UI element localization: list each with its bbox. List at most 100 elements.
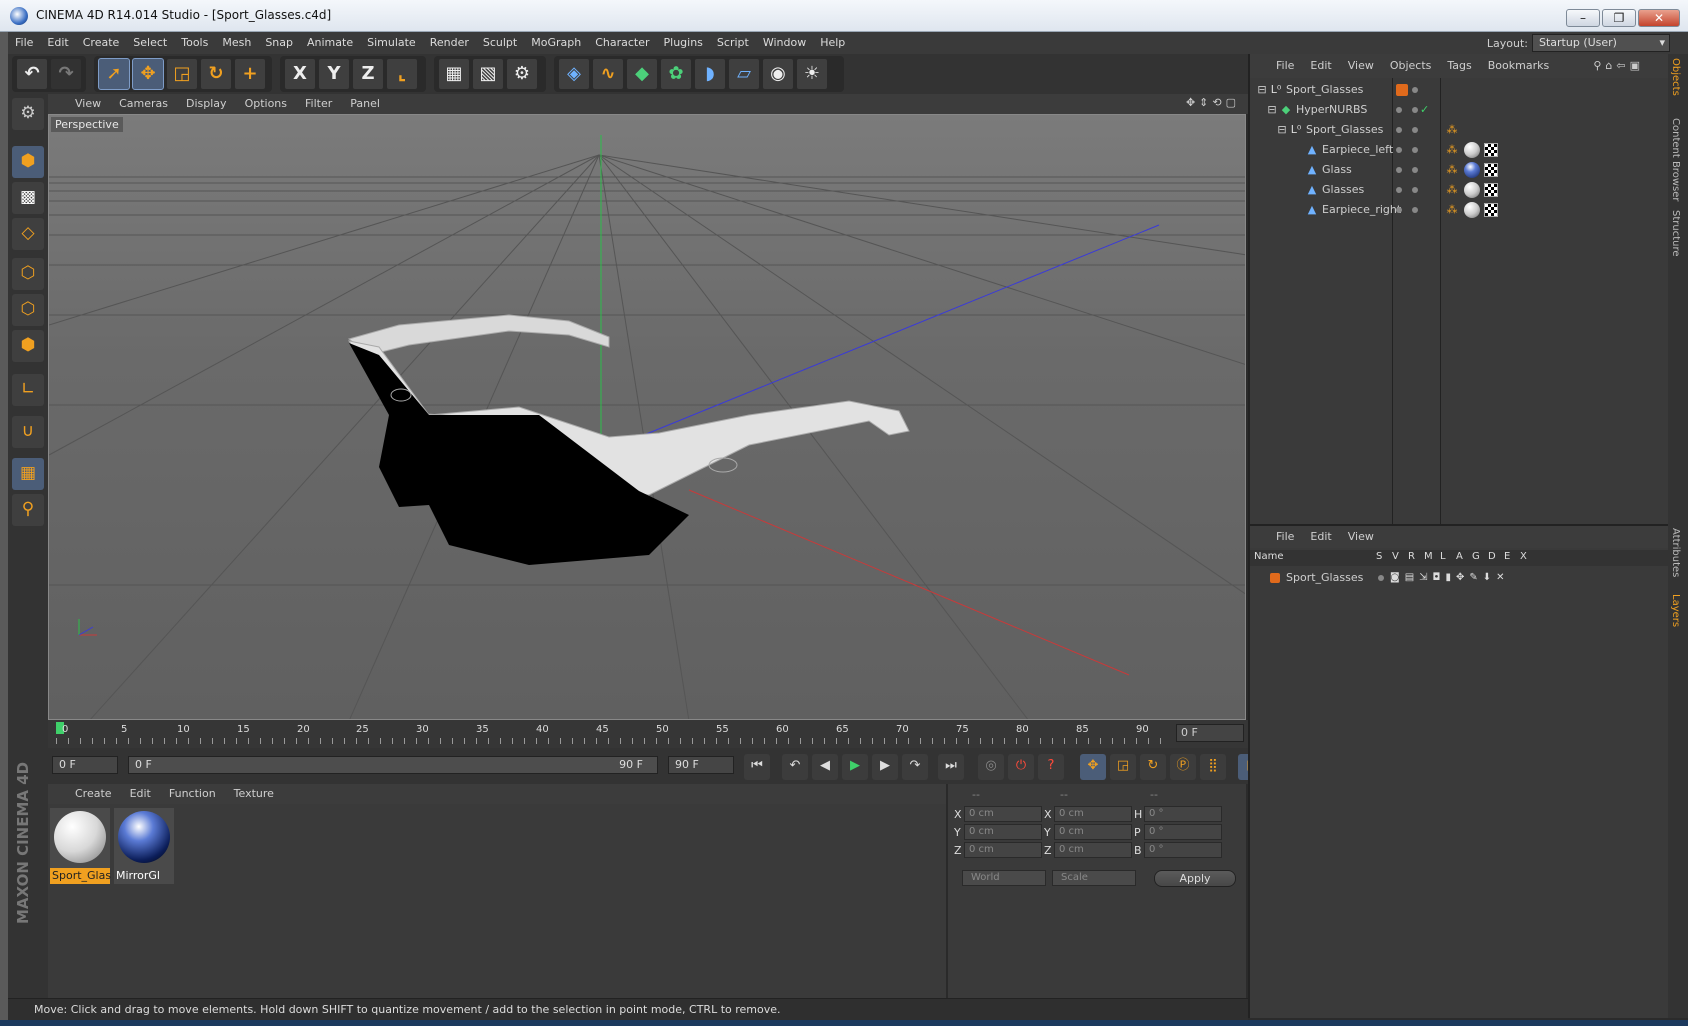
visibility-dot[interactable] <box>1396 147 1402 153</box>
render-settings-icon[interactable]: ⚙ <box>506 58 538 90</box>
menu-render[interactable]: Render <box>423 32 476 54</box>
frame-range-slider[interactable]: 0 F 90 F <box>128 756 658 774</box>
points-mode-icon[interactable]: ⬡ <box>12 258 44 290</box>
menu-tools[interactable]: Tools <box>174 32 215 54</box>
minimize-button[interactable]: – <box>1566 9 1600 27</box>
visibility-dot[interactable] <box>1412 167 1418 173</box>
viewport-menu-options[interactable]: Options <box>236 94 296 114</box>
z-axis-icon[interactable]: Z <box>352 58 384 90</box>
end-frame-field[interactable]: 90 F <box>668 756 734 774</box>
material-tag-icon[interactable] <box>1464 182 1480 198</box>
start-frame-field[interactable]: 0 F <box>52 756 118 774</box>
live-selection-icon[interactable]: ➚ <box>98 58 130 90</box>
viewport-navigation-icons[interactable]: ✥⇕⟲▢ <box>1186 96 1240 109</box>
object-manager-nav-icons[interactable]: ⚲⌂⇦▣ <box>1593 54 1644 78</box>
undo-icon[interactable]: ↶ <box>16 58 48 90</box>
rotation-b-field[interactable]: 0 ° <box>1144 842 1222 858</box>
goto-end-icon[interactable]: ⏭ <box>938 754 964 780</box>
rotation-p-field[interactable]: 0 ° <box>1144 824 1222 840</box>
coordinate-system-icon[interactable]: ⌞ <box>386 58 418 90</box>
visibility-dot[interactable] <box>1412 147 1418 153</box>
prev-key-icon[interactable]: ↶ <box>782 754 808 780</box>
uvw-tag-icon[interactable] <box>1484 163 1498 177</box>
layer-col-animation[interactable]: A <box>1456 551 1463 562</box>
viewport-menu-display[interactable]: Display <box>177 94 236 114</box>
object-row[interactable]: ⊟ L⁰ Sport_Glasses ⁂ <box>1250 120 1660 140</box>
layout-select[interactable]: Startup (User) ▾ <box>1532 34 1670 52</box>
collapse-icon[interactable]: ⊟ <box>1276 124 1288 136</box>
size-x-field[interactable]: 0 cm <box>1054 806 1132 822</box>
position-z-field[interactable]: 0 cm <box>964 842 1042 858</box>
current-frame-field[interactable]: 0 F <box>1176 724 1244 742</box>
x-axis-icon[interactable]: X <box>284 58 316 90</box>
layer-color-swatch[interactable] <box>1270 573 1280 583</box>
close-button[interactable]: ✕ <box>1638 9 1680 27</box>
object-row[interactable]: ▲ Glass ⁂ <box>1250 160 1660 180</box>
menu-plugins[interactable]: Plugins <box>657 32 710 54</box>
layer-row[interactable]: Sport_Glasses ◙▤⇲◘▮✥✎⬇✕ <box>1250 568 1660 588</box>
layer-col-locked[interactable]: L <box>1440 551 1446 562</box>
apply-button[interactable]: Apply <box>1154 870 1236 887</box>
step-forward-icon[interactable]: ▶ <box>872 754 898 780</box>
phong-tag-icon[interactable]: ⁂ <box>1446 204 1458 216</box>
material-menu-edit[interactable]: Edit <box>121 784 160 804</box>
layers-menu-edit[interactable]: Edit <box>1302 526 1339 548</box>
visibility-dot[interactable] <box>1396 167 1402 173</box>
position-y-field[interactable]: 0 cm <box>964 824 1042 840</box>
menu-file[interactable]: File <box>8 32 40 54</box>
magnet-icon[interactable]: ∪ <box>12 416 44 448</box>
record-rotation-icon[interactable]: ↻ <box>1140 754 1166 780</box>
workplane-lock-icon[interactable]: ▦ <box>12 458 44 490</box>
cube-icon[interactable]: ◈ <box>558 58 590 90</box>
restore-button[interactable]: ❐ <box>1602 9 1636 27</box>
rotate-icon[interactable]: ↻ <box>200 58 232 90</box>
object-row[interactable]: ⊟ ◆ HyperNURBS ✓ <box>1250 100 1660 120</box>
phong-tag-icon[interactable]: ⁂ <box>1446 124 1458 136</box>
uvw-tag-icon[interactable] <box>1484 183 1498 197</box>
menu-character[interactable]: Character <box>588 32 656 54</box>
render-picture-viewer-icon[interactable]: ▧ <box>472 58 504 90</box>
record-parameter-icon[interactable]: Ⓟ <box>1170 754 1196 780</box>
y-axis-icon[interactable]: Y <box>318 58 350 90</box>
visibility-dot[interactable] <box>1396 187 1402 193</box>
objects-menu-bookmarks[interactable]: Bookmarks <box>1480 54 1557 78</box>
record-position-icon[interactable]: ✥ <box>1080 754 1106 780</box>
layer-col-expressions[interactable]: E <box>1504 551 1510 562</box>
objects-menu-edit[interactable]: Edit <box>1302 54 1339 78</box>
layer-col-generators[interactable]: G <box>1472 551 1480 562</box>
polygons-mode-icon[interactable]: ⬢ <box>12 330 44 362</box>
rotation-h-field[interactable]: 0 ° <box>1144 806 1222 822</box>
goto-start-icon[interactable]: ⏮ <box>744 754 770 780</box>
material-tag-icon[interactable] <box>1464 162 1480 178</box>
collapse-icon[interactable]: ⊟ <box>1266 104 1278 116</box>
menu-edit[interactable]: Edit <box>40 32 75 54</box>
object-row[interactable]: ▲ Earpiece_left ⁂ <box>1250 140 1660 160</box>
layers-menu-file[interactable]: File <box>1268 526 1302 548</box>
record-keys-icon[interactable]: ◎ <box>978 754 1004 780</box>
viewport-menu-filter[interactable]: Filter <box>296 94 341 114</box>
size-z-field[interactable]: 0 cm <box>1054 842 1132 858</box>
make-editable-icon[interactable]: ⚙ <box>12 98 44 130</box>
uvw-tag-icon[interactable] <box>1484 143 1498 157</box>
camera-icon[interactable]: ◉ <box>762 58 794 90</box>
layer-col-solo[interactable]: S <box>1376 551 1382 562</box>
menu-help[interactable]: Help <box>813 32 852 54</box>
tab-content-browser[interactable]: Content Browser <box>1670 118 1681 201</box>
timeline-ruler[interactable]: 0 5 10 15 20 25 30 35 40 45 50 55 60 65 … <box>48 720 1248 748</box>
phong-tag-icon[interactable]: ⁂ <box>1446 184 1458 196</box>
size-mode-select[interactable]: Scale <box>1052 870 1136 886</box>
layer-col-render[interactable]: R <box>1408 551 1415 562</box>
workplane-mode-icon[interactable]: ◇ <box>12 218 44 250</box>
size-y-field[interactable]: 0 cm <box>1054 824 1132 840</box>
viewport-menu-cameras[interactable]: Cameras <box>110 94 177 114</box>
object-row[interactable]: ▲ Earpiece_right ⁂ <box>1250 200 1660 220</box>
keyframe-selection-icon[interactable]: ? <box>1038 754 1064 780</box>
menu-mesh[interactable]: Mesh <box>215 32 258 54</box>
axis-mode-icon[interactable]: ∟ <box>12 374 44 406</box>
position-x-field[interactable]: 0 cm <box>964 806 1042 822</box>
material-swatch[interactable]: MirrorGl <box>114 808 174 884</box>
layers-menu-view[interactable]: View <box>1340 526 1382 548</box>
autokey-icon[interactable]: ⏻ <box>1008 754 1034 780</box>
render-view-icon[interactable]: ▦ <box>438 58 470 90</box>
layer-col-manager[interactable]: M <box>1424 551 1433 562</box>
